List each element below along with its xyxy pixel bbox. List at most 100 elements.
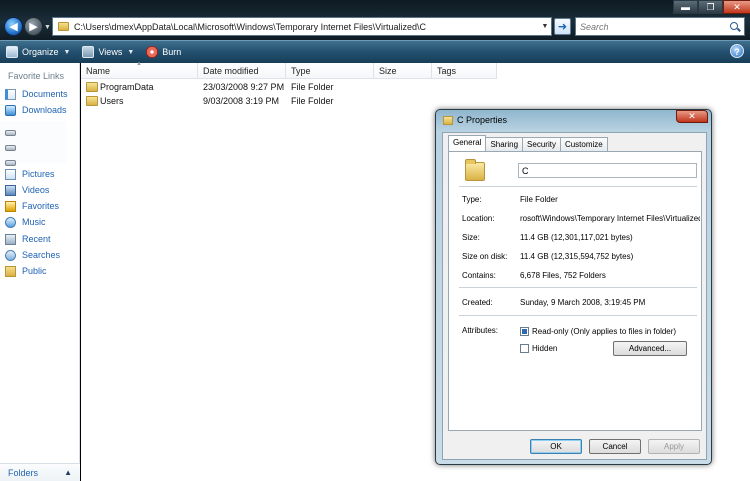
properties-dialog: C Properties ✕ General Sharing Security … — [435, 109, 712, 465]
window-controls: ▬ ❐ ✕ — [673, 0, 750, 14]
location-value[interactable]: rosoft\Windows\Temporary Internet Files\… — [520, 214, 700, 223]
hidden-label[interactable]: Hidden — [532, 344, 557, 353]
pictures-icon — [5, 168, 16, 180]
music-icon — [5, 216, 16, 228]
nav-link-label: Searches — [22, 250, 61, 260]
recent-icon — [5, 233, 16, 245]
contains-value: 6,678 Files, 752 Folders — [520, 271, 606, 280]
created-value[interactable]: Sunday, 9 March 2008, 3:19:45 PM — [520, 298, 645, 307]
attributes-label: Attributes: — [462, 326, 499, 335]
close-button[interactable]: ✕ — [723, 0, 750, 14]
command-bar: Organize ▼ Views ▼ Burn — [0, 40, 750, 63]
type-label: Type: — [462, 195, 482, 204]
recent-pages-chevron-icon[interactable]: ▼ — [44, 24, 51, 31]
title-bar: ◀ ▶ ▼ C:\Users\dmex\AppData\Local\Micros… — [0, 0, 750, 40]
nav-drive-1[interactable] — [5, 125, 22, 137]
column-header-date-modified[interactable]: Date modified — [198, 63, 286, 79]
column-header-label: Size — [379, 66, 397, 76]
nav-link-label: Music — [22, 217, 46, 227]
table-row[interactable]: ProgramData 23/03/2008 9:27 PM File Fold… — [81, 81, 521, 95]
dialog-title: C Properties — [457, 115, 508, 125]
address-path[interactable]: C:\Users\dmex\AppData\Local\Microsoft\Wi… — [74, 22, 539, 32]
type-value: File Folder — [520, 195, 558, 204]
searches-icon — [5, 249, 16, 261]
address-bar[interactable]: C:\Users\dmex\AppData\Local\Microsoft\Wi… — [52, 17, 552, 36]
nav-link-pictures[interactable]: Pictures — [5, 168, 55, 180]
nav-link-favorites[interactable]: Favorites — [5, 200, 59, 212]
views-button[interactable]: Views ▼ — [76, 41, 140, 63]
organize-dropdown-icon: ▼ — [63, 48, 71, 56]
hidden-checkbox[interactable] — [520, 344, 529, 353]
file-type: File Folder — [291, 96, 334, 106]
folder-name-field[interactable] — [518, 163, 697, 178]
nav-link-label: Recent — [22, 234, 51, 244]
chevron-up-icon: ▲ — [64, 468, 72, 477]
large-folder-icon — [465, 159, 485, 181]
nav-link-public[interactable]: Public — [5, 265, 47, 277]
go-button[interactable]: ➜ — [554, 18, 571, 35]
views-dropdown-icon: ▼ — [127, 48, 135, 56]
file-name: Users — [100, 96, 124, 106]
nav-drive-3[interactable] — [5, 155, 22, 167]
documents-icon — [5, 88, 16, 100]
column-header-size[interactable]: Size — [374, 63, 432, 79]
ok-button[interactable]: OK — [530, 439, 582, 454]
organize-button[interactable]: Organize ▼ — [0, 41, 76, 63]
disc-icon — [146, 46, 159, 58]
nav-link-recent[interactable]: Recent — [5, 233, 51, 245]
tab-general[interactable]: General — [448, 135, 487, 151]
nav-link-searches[interactable]: Searches — [5, 249, 60, 261]
tab-sharing[interactable]: Sharing — [485, 137, 524, 151]
readonly-checkbox[interactable] — [520, 327, 529, 336]
cancel-button[interactable]: Cancel — [589, 439, 641, 454]
search-icon[interactable] — [728, 20, 742, 34]
forward-button[interactable]: ▶ — [24, 17, 43, 36]
nav-link-music[interactable]: Music — [5, 216, 46, 228]
advanced-button[interactable]: Advanced... — [613, 341, 687, 356]
file-date: 23/03/2008 9:27 PM — [203, 82, 285, 92]
nav-link-label: Pictures — [22, 169, 55, 179]
nav-link-downloads[interactable]: Downloads — [5, 104, 67, 116]
readonly-label[interactable]: Read-only (Only applies to files in fold… — [532, 327, 676, 336]
nav-link-videos[interactable]: Videos — [5, 184, 49, 196]
column-header-name[interactable]: Name ▲ — [81, 61, 198, 79]
nav-link-documents[interactable]: Documents — [5, 88, 68, 100]
search-input[interactable] — [580, 21, 728, 32]
divider — [459, 186, 697, 187]
column-header-label: Type — [291, 66, 311, 76]
contains-label: Contains: — [462, 271, 496, 280]
drive-icon — [5, 145, 16, 151]
dialog-close-button[interactable]: ✕ — [676, 110, 708, 123]
table-row[interactable]: Users 9/03/2008 3:19 PM File Folder — [81, 95, 521, 109]
help-button[interactable]: ? — [730, 44, 744, 58]
folders-label: Folders — [8, 467, 39, 478]
organize-icon — [6, 46, 18, 58]
created-label: Created: — [462, 298, 493, 307]
address-dropdown-icon[interactable]: ▼ — [539, 23, 551, 30]
folder-icon — [58, 22, 69, 31]
burn-button[interactable]: Burn — [140, 41, 187, 63]
nav-link-label: Favorites — [22, 201, 60, 211]
column-header-label: Date modified — [203, 66, 259, 76]
drive-icon — [5, 130, 16, 136]
search-box[interactable] — [575, 17, 745, 36]
column-header-label: Tags — [437, 66, 457, 76]
folder-icon — [86, 96, 98, 106]
back-button[interactable]: ◀ — [4, 17, 23, 36]
column-header-tags[interactable]: Tags — [432, 63, 497, 79]
maximize-button[interactable]: ❐ — [698, 0, 723, 14]
tab-customize[interactable]: Customize — [559, 137, 608, 151]
views-icon — [82, 46, 95, 58]
apply-button[interactable]: Apply — [648, 439, 700, 454]
file-date: 9/03/2008 3:19 PM — [203, 96, 280, 106]
minimize-button[interactable]: ▬ — [673, 0, 698, 14]
nav-drive-2[interactable] — [5, 140, 22, 152]
general-tab-panel: Type: File Folder Location: rosoft\Windo… — [448, 151, 702, 431]
tab-security[interactable]: Security — [522, 137, 561, 151]
column-header-label: Name — [86, 66, 111, 76]
burn-label: Burn — [162, 47, 182, 57]
folder-icon — [86, 82, 98, 92]
folders-toggle[interactable]: Folders ▲ — [0, 463, 80, 481]
column-header-type[interactable]: Type — [286, 63, 374, 79]
go-arrow-icon: ➜ — [557, 21, 568, 33]
